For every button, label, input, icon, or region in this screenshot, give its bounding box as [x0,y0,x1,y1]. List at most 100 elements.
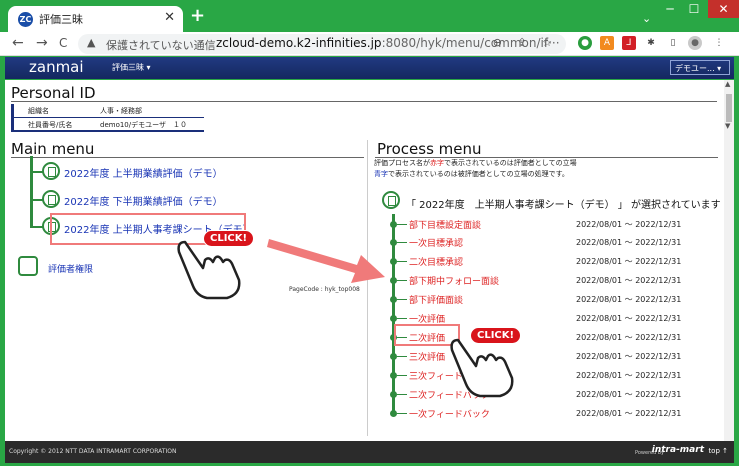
list-item[interactable]: 部下期中フォロー面談 2022/08/01 ～ 2022/12/31 [390,274,720,287]
address-action-icons[interactable]: ⊖ ⇪ ☆ [493,36,558,49]
list-item[interactable]: 部下評価面談 2022/08/01 ～ 2022/12/31 [390,293,720,306]
process-bullet-icon [390,410,397,417]
process-bullet-icon [390,258,397,265]
process-link[interactable]: 部下期中フォロー面談 [409,274,499,287]
process-dates: 2022/08/01 ～ 2022/12/31 [576,352,682,361]
personal-id-table: 組織名 人事・経務部 社員番号/氏名 demo10/デモユーザ １０ [11,104,204,132]
user-dropdown[interactable]: デモユー... ▾ [670,60,730,75]
list-item[interactable]: 一次フィードバック 2022/08/01 ～ 2022/12/31 [390,407,720,420]
minimize-icon[interactable]: ─ [660,0,680,18]
column-divider [367,140,368,436]
reload-icon[interactable]: C [59,36,67,50]
list-item[interactable]: 部下目標設定面談 2022/08/01 ～ 2022/12/31 [390,218,720,231]
pdf-icon[interactable]: ⅃ [622,36,636,50]
process-connector [397,413,407,414]
brand-logo: zanmai [29,58,84,76]
extension-green-icon[interactable]: ● [578,36,592,50]
extension-a-icon[interactable]: A [600,36,614,50]
list-item[interactable]: 二次目標承認 2022/08/01 ～ 2022/12/31 [390,255,720,268]
personal-id-rule [11,101,717,102]
process-dates: 2022/08/01 ～ 2022/12/31 [576,333,682,342]
process-bullet-icon [390,239,397,246]
process-connector [397,375,407,376]
list-item[interactable]: 三次フィードバック 2022/08/01 ～ 2022/12/31 [390,369,720,382]
url-host: zcloud-demo.k2-infinities.jp [216,36,382,50]
process-bullet-icon [390,221,397,228]
tab-close-icon[interactable]: ✕ [164,10,175,25]
process-link[interactable]: 一次目標承認 [409,236,463,249]
org-label: 組織名 [28,107,49,115]
pointing-hand-icon [450,338,514,398]
process-connector [397,299,407,300]
intramart-logo: intra-mart [651,445,704,455]
process-dates: 2022/08/01 ～ 2022/12/31 [576,390,682,399]
process-bullet-icon [390,315,397,322]
app-footer: Copyright © 2012 NTT DATA INTRAMART CORP… [5,441,734,463]
process-connector [397,242,407,243]
process-link[interactable]: 三次評価 [409,350,445,363]
pointing-hand-icon [177,240,241,300]
employee-value: demo10/デモユーザ １０ [100,121,187,129]
process-link[interactable]: 二次目標承認 [409,255,463,268]
scroll-up-icon[interactable]: ▲ [725,80,730,88]
process-link[interactable]: 一次フィードバック [409,407,490,420]
process-bullet-icon [390,391,397,398]
scroll-thumb[interactable] [726,94,732,122]
admin-settings-icon [18,256,38,276]
scrollbar[interactable]: ▲ ▼ [724,80,734,441]
list-item[interactable]: 三次評価 2022/08/01 ～ 2022/12/31 [390,350,720,363]
process-dates: 2022/08/01 ～ 2022/12/31 [576,314,682,323]
maximize-icon[interactable]: ☐ [684,0,704,18]
main-menu-heading: Main menu [11,140,95,158]
forward-icon[interactable]: → [36,35,48,51]
back-to-top-link[interactable]: top ↑ [708,447,728,455]
guide-arrow-icon [267,239,385,283]
window-close-icon[interactable]: ✕ [708,0,739,18]
copyright-text: Copyright © 2012 NTT DATA INTRAMART CORP… [9,448,177,455]
personal-id-heading: Personal ID [11,84,96,102]
menu-item-2022-h1-performance[interactable]: 2022年度 上半期業績評価（デモ） [64,165,223,180]
process-dates: 2022/08/01 ～ 2022/12/31 [576,276,682,285]
list-item[interactable]: 一次目標承認 2022/08/01 ～ 2022/12/31 [390,236,720,249]
process-connector [397,394,407,395]
process-dates: 2022/08/01 ～ 2022/12/31 [576,409,682,418]
process-bullet-icon [390,296,397,303]
process-link[interactable]: 部下目標設定面談 [409,218,481,231]
browser-toolbar: ← → C ▲ 保護されていない通信 zcloud-demo.k2-infini… [0,32,739,56]
process-menu-heading: Process menu [377,140,482,158]
app-header: zanmai 評価三昧 ▾ デモユー... ▾ [5,57,734,79]
profile-avatar-icon[interactable]: ● [688,36,702,50]
list-item[interactable]: 二次フィードバック 2022/08/01 ～ 2022/12/31 [390,388,720,401]
process-bullet-icon [390,277,397,284]
table-row: 社員番号/氏名 demo10/デモユーザ １０ [14,117,204,130]
process-connector [397,261,407,262]
legend-line-blue: 青字で表示されているのは被評価者としての立場の処理です。 [374,169,569,179]
process-dates: 2022/08/01 ～ 2022/12/31 [576,295,682,304]
new-tab-icon[interactable]: + [190,5,205,26]
extensions-puzzle-icon[interactable]: ✱ [644,36,658,50]
process-bullet-icon [390,372,397,379]
tab-search-icon[interactable]: ⌄ [642,12,651,25]
menu-item-2022-h2-performance[interactable]: 2022年度 下半期業績評価（デモ） [64,193,223,208]
tab-strip: ZC 評価三昧 ✕ + ⌄ ─ ☐ ✕ [0,0,739,32]
address-bar[interactable]: ▲ 保護されていない通信 zcloud-demo.k2-infinities.j… [78,34,566,54]
insecure-label: 保護されていない通信 [106,39,216,52]
browser-menu-icon[interactable]: ⋮ [712,36,726,50]
scroll-down-icon[interactable]: ▼ [725,122,730,130]
evaluation-sheet-icon [42,190,60,208]
selected-sheet-icon [382,191,400,209]
warning-icon[interactable]: ▲ [87,36,95,49]
process-bullet-icon [390,353,397,360]
side-panel-icon[interactable]: ▯ [666,36,680,50]
process-link[interactable]: 部下評価面談 [409,293,463,306]
browser-tab[interactable]: ZC 評価三昧 ✕ [8,6,183,32]
process-dates: 2022/08/01 ～ 2022/12/31 [576,257,682,266]
back-icon[interactable]: ← [12,35,24,51]
legend-text: で表示されているのは評価者としての立場 [444,159,577,167]
main-menu-rule [11,157,364,158]
org-value: 人事・経務部 [100,107,142,115]
process-dates: 2022/08/01 ～ 2022/12/31 [576,238,682,247]
admin-authority-link[interactable]: 評価者権限 [48,262,93,275]
selected-sheet-message: 「 2022年度 上半期人事考課シート（デモ） 」 が選択されています [406,200,721,211]
app-menu-dropdown[interactable]: 評価三昧 ▾ [112,62,151,73]
